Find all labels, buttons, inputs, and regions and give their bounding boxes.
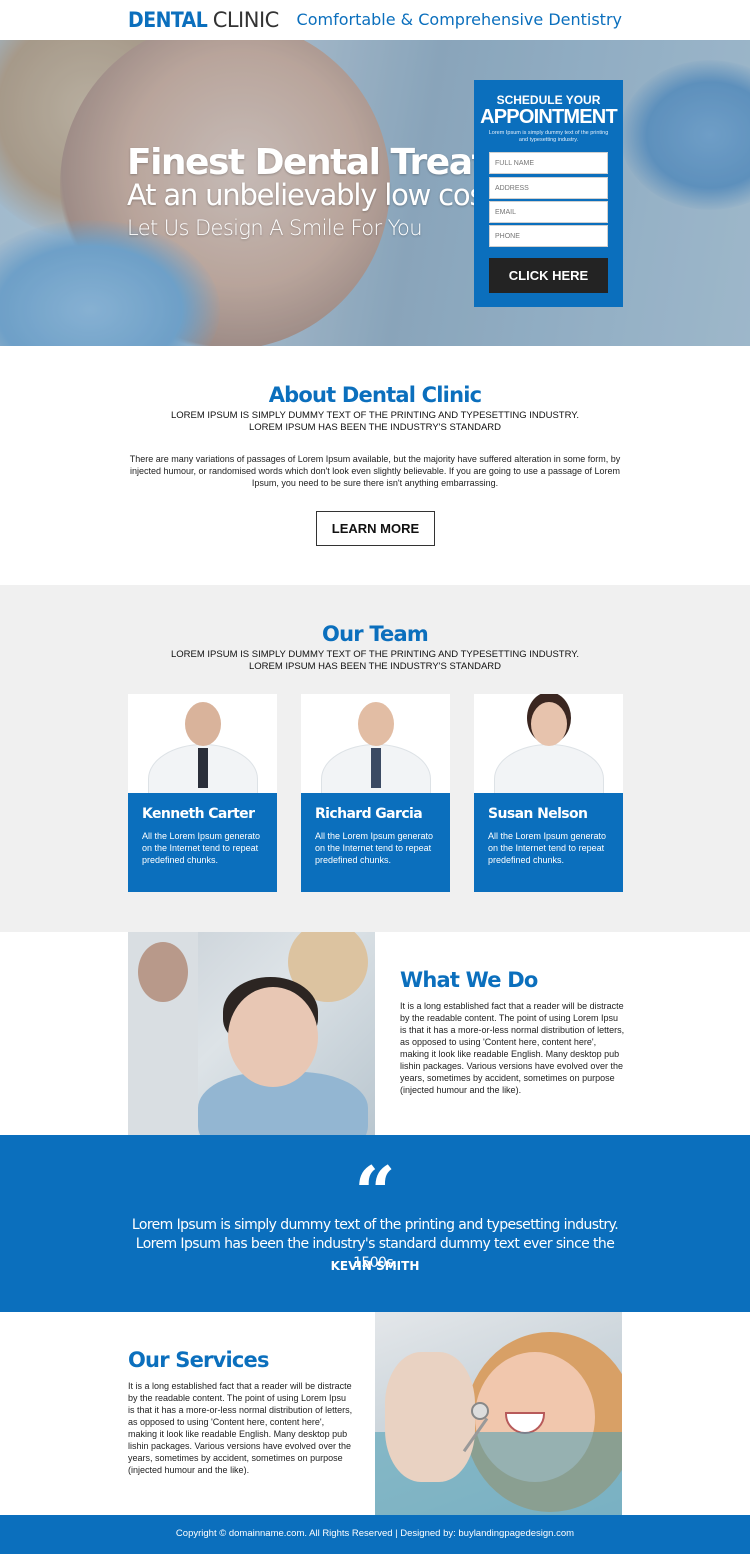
footer-copyright: Copyright © domainname.com. All Rights R… bbox=[175, 1528, 575, 1539]
services-section: Our Services It is a long established fa… bbox=[0, 1312, 750, 1515]
team-card: Kenneth Carter All the Lorem Ipsum gener… bbox=[128, 694, 277, 892]
what-we-do-paragraph: It is a long established fact that a rea… bbox=[400, 1001, 625, 1095]
team-subtitle-line2: LOREM IPSUM HAS BEEN THE INDUSTRY'S STAN… bbox=[248, 661, 502, 672]
what-we-do-title: What We Do bbox=[400, 968, 538, 992]
click-here-button[interactable]: CLICK HERE bbox=[489, 258, 608, 293]
header-tagline: Comfortable & Comprehensive Dentistry bbox=[296, 10, 622, 29]
phone-field[interactable] bbox=[489, 225, 608, 247]
team-member-name: Richard Garcia bbox=[315, 806, 423, 822]
about-paragraph: There are many variations of passages of… bbox=[129, 454, 621, 488]
testimonial-section: “ Lorem Ipsum is simply dummy text of th… bbox=[0, 1135, 750, 1312]
team-member-desc: All the Lorem Ipsum generato on the Inte… bbox=[142, 831, 261, 865]
team-section: Our Team LOREM IPSUM IS SIMPLY DUMMY TEX… bbox=[0, 585, 750, 932]
quote-icon: “ bbox=[354, 1150, 396, 1235]
logo-bold-text: DENTAL bbox=[128, 8, 208, 32]
logo[interactable]: DENTAL CLINIC bbox=[128, 8, 279, 33]
form-description: Lorem Ipsum is simply dummy text of the … bbox=[488, 130, 609, 143]
what-we-do-section: What We Do It is a long established fact… bbox=[0, 932, 750, 1135]
site-footer: Copyright © domainname.com. All Rights R… bbox=[0, 1515, 750, 1554]
testimonial-author: KEVIN SMITH bbox=[330, 1259, 420, 1273]
team-card: Susan Nelson All the Lorem Ipsum generat… bbox=[474, 694, 623, 892]
logo-light-text: CLINIC bbox=[212, 8, 280, 32]
email-field[interactable] bbox=[489, 201, 608, 223]
services-photo bbox=[375, 1312, 622, 1515]
full-name-field[interactable] bbox=[489, 152, 608, 174]
team-member-desc: All the Lorem Ipsum generato on the Inte… bbox=[315, 831, 434, 865]
form-title-top: SCHEDULE YOUR bbox=[496, 93, 601, 107]
team-member-desc: All the Lorem Ipsum generato on the Inte… bbox=[488, 831, 607, 865]
about-subtitle-line1: LOREM IPSUM IS SIMPLY DUMMY TEXT OF THE … bbox=[170, 410, 580, 421]
hero-tagline: Let Us Design A Smile For You bbox=[127, 216, 423, 240]
services-title: Our Services bbox=[128, 1348, 269, 1372]
about-title: About Dental Clinic bbox=[268, 383, 482, 407]
about-section: About Dental Clinic LOREM IPSUM IS SIMPL… bbox=[0, 346, 750, 585]
team-member-photo bbox=[301, 694, 450, 793]
what-we-do-photo bbox=[128, 932, 375, 1135]
hero-subheadline: At an unbelievably low cost bbox=[127, 178, 495, 212]
hero-section: Finest Dental Treatment At an unbelievab… bbox=[0, 40, 750, 346]
team-member-name: Kenneth Carter bbox=[142, 806, 255, 822]
team-subtitle-line1: LOREM IPSUM IS SIMPLY DUMMY TEXT OF THE … bbox=[170, 649, 580, 660]
team-title: Our Team bbox=[322, 622, 429, 646]
team-member-photo bbox=[474, 694, 623, 793]
team-member-name: Susan Nelson bbox=[488, 806, 588, 822]
team-card: Richard Garcia All the Lorem Ipsum gener… bbox=[301, 694, 450, 892]
about-subtitle-line2: LOREM IPSUM HAS BEEN THE INDUSTRY'S STAN… bbox=[248, 422, 502, 433]
learn-more-button[interactable]: LEARN MORE bbox=[316, 511, 435, 546]
address-field[interactable] bbox=[489, 177, 608, 199]
team-member-photo bbox=[128, 694, 277, 793]
site-header: DENTAL CLINIC Comfortable & Comprehensiv… bbox=[0, 0, 750, 40]
services-paragraph: It is a long established fact that a rea… bbox=[128, 1381, 353, 1475]
form-title-main: APPOINTMENT bbox=[480, 106, 618, 128]
appointment-form: SCHEDULE YOUR APPOINTMENT Lorem Ipsum is… bbox=[474, 80, 623, 307]
